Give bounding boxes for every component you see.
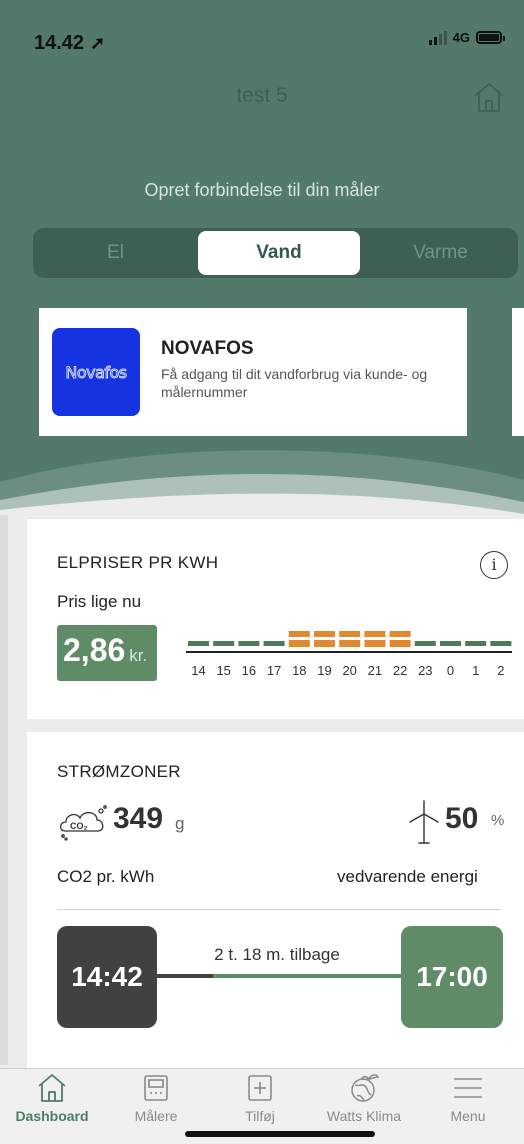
price-bar-gap [314, 637, 335, 640]
price-subtitle: Pris lige nu [57, 592, 142, 611]
price-bar-gap [339, 637, 361, 640]
time-remaining: 2 t. 18 m. tilbage [214, 945, 340, 964]
svg-text:CO₂: CO₂ [70, 821, 88, 831]
zone-card: STRØMZONER CO₂ 349 g CO2 pr. kWh 50 % ve… [27, 732, 524, 1072]
battery-icon [476, 31, 505, 44]
header-section: 14.42 ➚ 4G test 5 Opret forbindelse til d… [0, 0, 524, 515]
wave-decoration [0, 450, 524, 515]
renewable-value: 50 [445, 802, 479, 835]
novafos-logo: Novafos [52, 328, 140, 416]
network-type: 4G [452, 30, 470, 45]
left-edge [0, 515, 8, 1065]
hour-label: 21 [367, 663, 383, 678]
hour-label: 2 [497, 663, 505, 678]
hour-label: 16 [241, 663, 257, 678]
wind-turbine-icon [409, 800, 439, 844]
tab-label: Dashboard [15, 1108, 89, 1124]
status-indicators: 4G [428, 30, 505, 45]
hour-labels: 14 15 16 17 18 19 20 21 22 23 0 1 2 [186, 663, 512, 681]
home-indicator [185, 1131, 375, 1137]
price-bar-1 [465, 641, 487, 646]
home-icon[interactable] [472, 80, 506, 114]
tab-label: Målere [134, 1108, 178, 1124]
tab-label: Watts Klima [326, 1108, 402, 1124]
price-bar-2 [490, 641, 512, 646]
co2-unit: g [175, 814, 185, 833]
timeline-elapsed [157, 974, 214, 978]
zone-card-title: STRØMZONER [57, 762, 181, 781]
info-icon[interactable]: i [480, 551, 508, 579]
tab-vand[interactable]: Vand [198, 231, 360, 275]
provider-description: Få adgang til dit vandforbrug via kunde-… [161, 366, 428, 400]
current-price: 2,86 [63, 632, 126, 668]
tab-menu[interactable]: Menu [416, 1071, 520, 1124]
hour-label: 1 [472, 663, 480, 678]
tab-varme[interactable]: Varme [363, 228, 518, 278]
price-bar-15 [213, 641, 235, 646]
tab-label: Tilføj [245, 1108, 275, 1124]
tab-tilfoej[interactable]: Tilføj [208, 1071, 312, 1124]
hour-label: 22 [392, 663, 408, 678]
co2-value: 349 [113, 802, 164, 835]
renewable-label: vedvarende energi [337, 867, 478, 886]
add-icon [248, 1075, 272, 1101]
current-time-badge: 14:42 [57, 926, 157, 1028]
next-time-badge: 17:00 [401, 926, 503, 1028]
home-icon [38, 1074, 66, 1102]
provider-card-novafos[interactable]: Novafos NOVAFOS Få adgang til dit vandfo… [39, 308, 467, 436]
tab-label: Menu [450, 1108, 486, 1124]
tab-maalere[interactable]: Målere [104, 1071, 208, 1124]
menu-icon [454, 1078, 482, 1098]
renewable-unit: % [491, 812, 505, 829]
hour-label: 18 [292, 663, 307, 678]
current-price-badge: 2,86 kr. [57, 625, 157, 681]
price-bar-gap [364, 637, 386, 640]
hours-axis [186, 651, 512, 653]
divider [57, 909, 501, 910]
utility-segmented-control: El Vand Varme [33, 228, 518, 278]
price-card-title: ELPRISER PR KWH [57, 553, 219, 572]
meter-icon [144, 1075, 168, 1101]
hour-label: 19 [317, 663, 332, 678]
status-bar: 14.42 ➚ 4G [0, 0, 524, 70]
price-bar-0 [440, 641, 461, 646]
hour-label: 0 [446, 663, 455, 678]
location-icon: ➚ [90, 33, 106, 53]
signal-icon [428, 30, 447, 45]
connect-label: Opret forbindelse til din måler [144, 180, 380, 200]
co2-cloud-icon: CO₂ [59, 805, 107, 841]
tab-dashboard[interactable]: Dashboard [0, 1071, 104, 1124]
tab-el[interactable]: El [33, 228, 198, 278]
hour-label: 15 [216, 663, 231, 678]
hourly-price-bars [188, 631, 512, 647]
price-bar-16 [238, 641, 260, 646]
timeline-bar [157, 974, 401, 978]
provider-card-next[interactable] [512, 308, 524, 436]
price-bar-gap [389, 637, 411, 640]
page-title: test 5 [236, 84, 288, 107]
price-unit: kr. [129, 646, 148, 665]
hour-label: 17 [266, 663, 282, 678]
tab-watts-klima[interactable]: Watts Klima [312, 1071, 416, 1124]
clock: 14.42 [34, 32, 85, 54]
hour-label: 20 [342, 663, 357, 678]
status-time: 14.42 ➚ [34, 32, 105, 55]
co2-label: CO2 pr. kWh [57, 867, 155, 886]
price-bar-17 [263, 641, 285, 646]
provider-name: NOVAFOS [161, 338, 254, 359]
price-bar-23 [414, 641, 436, 646]
globe-icon [351, 1074, 380, 1102]
price-bar-14 [188, 641, 209, 646]
price-bar-gap [288, 637, 310, 640]
hour-label: 23 [418, 663, 433, 678]
price-card: ELPRISER PR KWH i Pris lige nu 2,86 kr. … [27, 519, 524, 719]
hour-label: 14 [191, 663, 206, 678]
